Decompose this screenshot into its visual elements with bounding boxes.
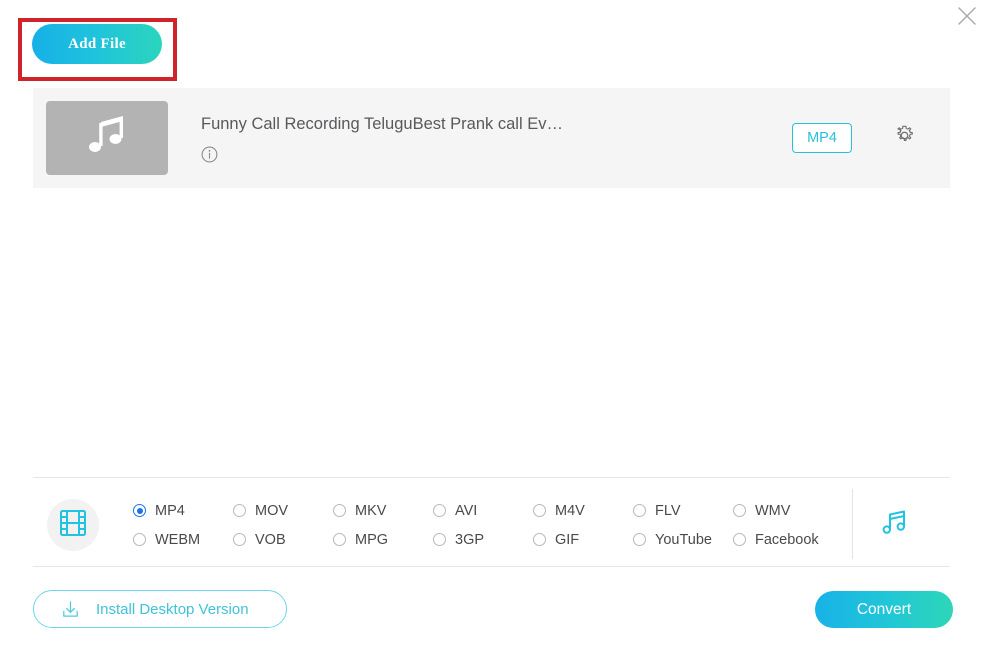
radio-dot [433,504,446,517]
file-settings-button[interactable] [892,124,916,152]
format-option-webm[interactable]: WEBM [133,532,233,548]
install-label: Install Desktop Version [96,600,249,618]
format-label: M4V [555,502,585,519]
format-label: MKV [355,502,387,519]
radio-dot [733,533,746,546]
file-meta: Funny Call Recording TeluguBest Prank ca… [201,114,792,163]
close-button[interactable] [950,0,983,32]
divider-above-footer [33,566,950,567]
file-name: Funny Call Recording TeluguBest Prank ca… [201,114,563,133]
format-label: GIF [555,531,580,548]
converter-window: Add File Funny Call Recording TeluguBest… [0,0,983,657]
format-option-gif[interactable]: GIF [533,532,633,548]
gear-icon [893,124,916,152]
format-label: MP4 [155,502,185,519]
format-label: Facebook [755,531,819,548]
format-option-mpg[interactable]: MPG [333,532,433,548]
radio-dot [133,533,146,546]
format-label: 3GP [455,531,485,548]
radio-dot [333,504,346,517]
format-label: FLV [655,502,681,519]
divider-above-formats [33,477,950,478]
panel-separator [852,489,853,559]
format-option-wmv[interactable]: WMV [733,503,833,519]
music-note-icon [877,505,911,544]
format-label: MPG [355,531,389,548]
format-option-mp4[interactable]: MP4 [133,503,233,519]
music-note-icon [81,110,133,167]
file-format-badge[interactable]: MP4 [792,123,852,153]
radio-dot [233,504,246,517]
radio-dot [733,504,746,517]
format-option-flv[interactable]: FLV [633,503,733,519]
file-list-item[interactable]: Funny Call Recording TeluguBest Prank ca… [33,88,950,188]
format-option-facebook[interactable]: Facebook [733,532,833,548]
close-icon [955,4,979,28]
format-option-youtube[interactable]: YouTube [633,532,733,548]
info-icon[interactable] [201,146,218,163]
radio-dot [133,504,146,517]
radio-dot [533,504,546,517]
format-label: YouTube [655,531,712,548]
radio-dot [233,533,246,546]
format-label: WMV [755,502,791,519]
format-option-mkv[interactable]: MKV [333,503,433,519]
add-file-area: Add File [32,24,162,64]
video-type-tab[interactable] [47,499,99,551]
radio-dot [333,533,346,546]
format-option-avi[interactable]: AVI [433,503,533,519]
format-option-m4v[interactable]: M4V [533,503,633,519]
radio-dot [633,533,646,546]
format-label: AVI [455,502,478,519]
radio-dot [533,533,546,546]
install-desktop-version-button[interactable]: Install Desktop Version [33,590,287,628]
convert-button[interactable]: Convert [815,591,953,628]
format-option-mov[interactable]: MOV [233,503,333,519]
format-selection-panel: MP4 MOV MKV AVI M4V FLV WMV WEBM VOB MPG… [33,486,950,564]
format-label: WEBM [155,531,201,548]
audio-type-tab[interactable] [873,505,915,543]
add-file-button[interactable]: Add File [32,24,162,64]
format-radio-grid: MP4 MOV MKV AVI M4V FLV WMV WEBM VOB MPG… [133,496,833,554]
radio-dot [633,504,646,517]
format-option-3gp[interactable]: 3GP [433,532,533,548]
format-option-vob[interactable]: VOB [233,532,333,548]
file-thumbnail [46,101,168,175]
radio-dot [433,533,446,546]
format-label: VOB [255,531,286,548]
format-label: MOV [255,502,289,519]
film-strip-icon [58,508,88,543]
download-icon [60,599,81,620]
